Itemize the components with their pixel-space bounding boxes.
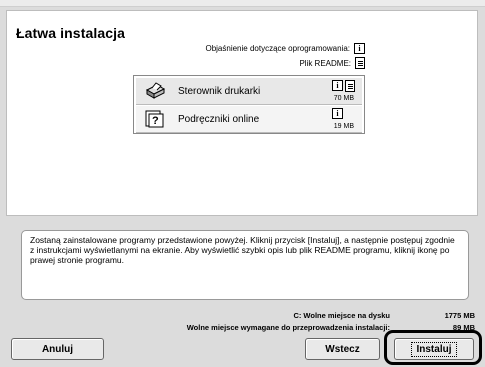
component-label: Podręczniki online — [178, 114, 260, 125]
info-icon: i — [354, 43, 365, 54]
printer-icon — [145, 82, 166, 99]
software-explanation-line: Objaśnienie dotyczące oprogramowania: i — [205, 43, 365, 54]
list-item[interactable]: ? Podręczniki online i 19 MB — [136, 106, 362, 133]
component-badges: i — [332, 80, 355, 92]
back-button[interactable]: Wstecz — [305, 338, 380, 360]
page-title: Łatwa instalacja — [16, 25, 125, 41]
info-icon[interactable]: i — [332, 80, 343, 91]
top-strip — [0, 0, 485, 7]
info-icon[interactable]: i — [332, 108, 343, 119]
required-space-label: Wolne miejsce wymagane do przeprowadzeni… — [186, 323, 390, 332]
component-list: Sterownik drukarki i 70 MB ? Podręczniki… — [133, 75, 365, 134]
install-highlight — [384, 330, 482, 365]
readme-line: Plik README: — [299, 57, 365, 69]
list-item[interactable]: Sterownik drukarki i 70 MB — [136, 78, 362, 105]
free-space-value: 1775 MB — [444, 311, 475, 320]
component-badges: i — [332, 108, 343, 119]
component-size: 70 MB — [333, 95, 354, 102]
software-explanation-label: Objaśnienie dotyczące oprogramowania: — [205, 44, 350, 53]
svg-text:?: ? — [152, 115, 159, 127]
readme-label: Plik README: — [299, 58, 351, 68]
component-size: 19 MB — [333, 123, 354, 130]
readme-icon[interactable] — [345, 80, 355, 92]
component-label: Sterownik drukarki — [178, 86, 261, 97]
cancel-button[interactable]: Anuluj — [11, 338, 104, 360]
installer-window: Łatwa instalacja Objaśnienie dotyczące o… — [0, 0, 485, 367]
manual-help-icon: ? — [145, 110, 164, 128]
readme-icon — [355, 57, 365, 69]
description-box: Zostaną zainstalowane programy przedstaw… — [21, 230, 469, 300]
free-space-label: C: Wolne miejsce na dysku — [293, 311, 390, 320]
